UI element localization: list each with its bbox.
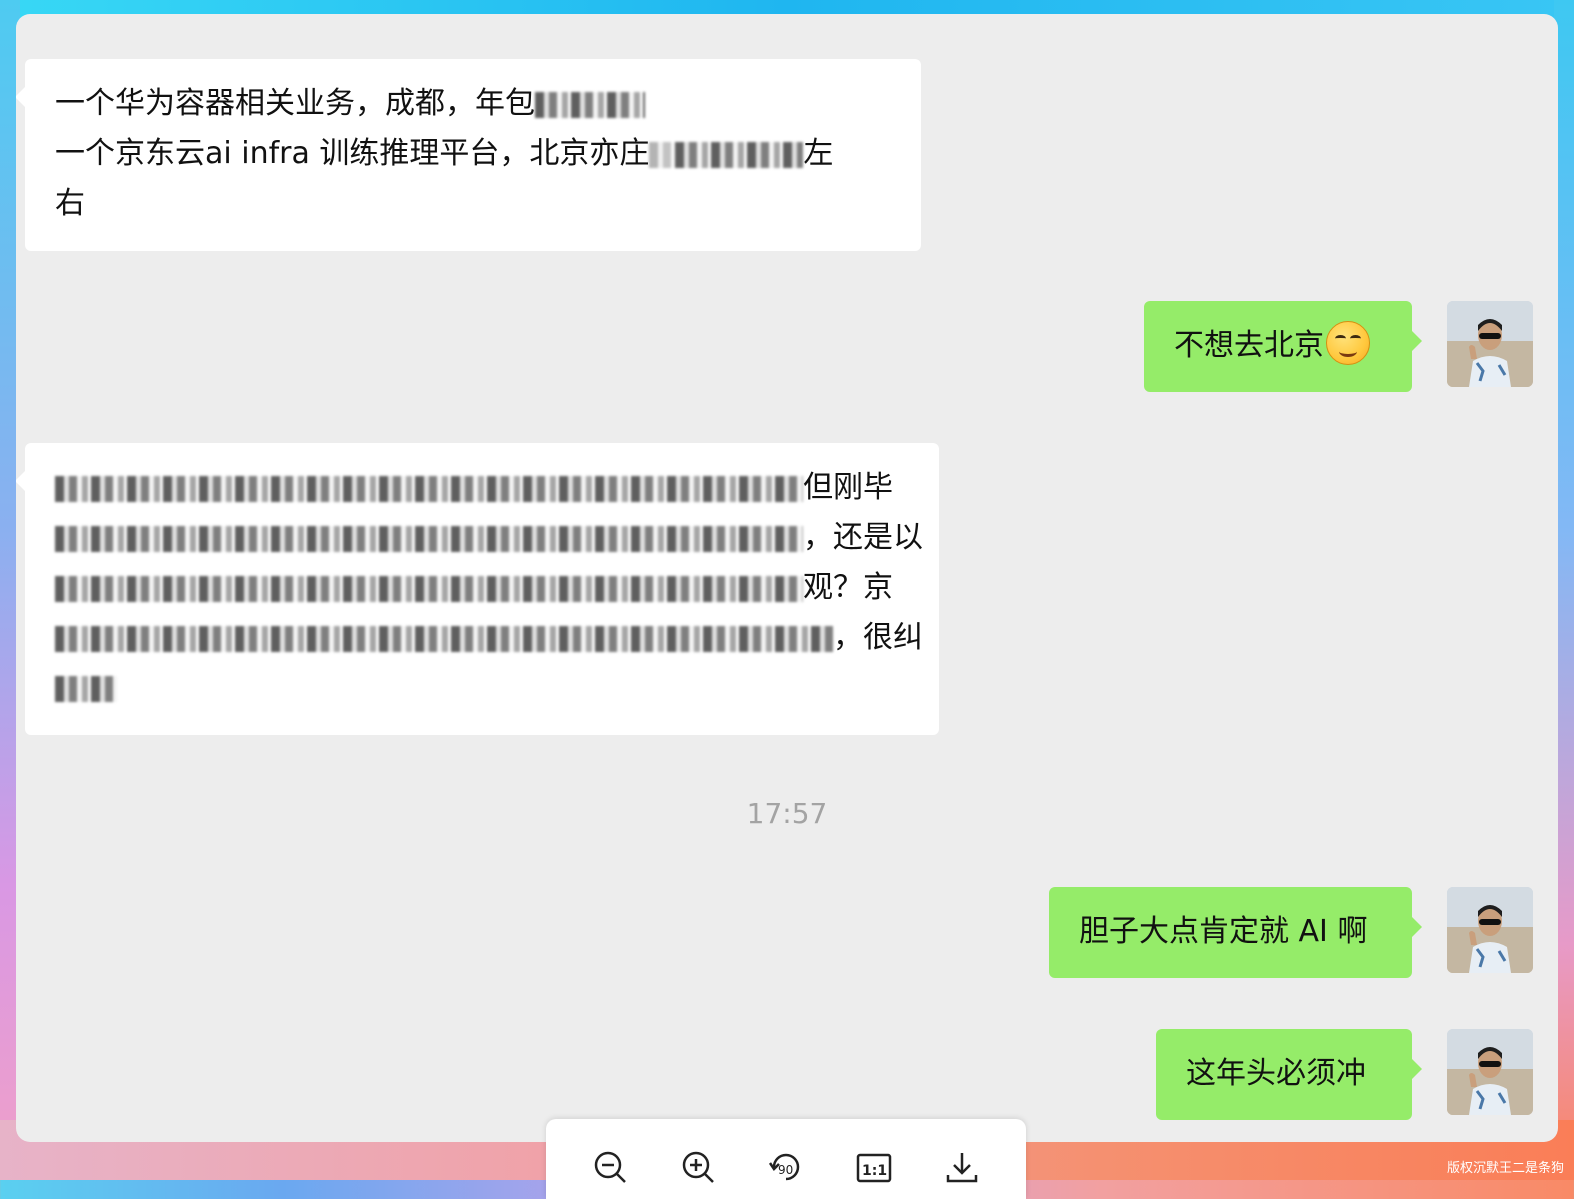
image-viewer-toolbar: 90 1:1 — [546, 1119, 1026, 1199]
actual-size-button[interactable]: 1:1 — [854, 1147, 894, 1187]
grinning-face-emoji-icon — [1326, 320, 1370, 365]
redacted-text — [55, 525, 803, 552]
redacted-text — [55, 625, 833, 652]
message-bubble-received[interactable]: 一个华为容器相关业务，成都，年包 一个京东云ai infra 训练推理平台，北京… — [16, 59, 921, 251]
svg-text:1:1: 1:1 — [862, 1163, 887, 1179]
message-bubble-sent[interactable]: 不想去北京 — [1144, 301, 1422, 392]
message-line: 一个华为容器相关业务，成都，年包 — [55, 79, 891, 129]
redacted-text — [55, 475, 803, 502]
message-bubble-sent[interactable]: 胆子大点肯定就 AI 啊 — [1049, 887, 1422, 978]
message-line: 观？京 — [55, 563, 909, 613]
download-button[interactable] — [942, 1147, 982, 1187]
redacted-text — [649, 141, 676, 168]
message-bubble-received[interactable]: 但刚毕 ，还是以 观？京 ，很纠 — [16, 443, 939, 735]
message-line: ，还是以 — [55, 513, 923, 563]
redacted-text — [535, 91, 645, 118]
avatar[interactable] — [1447, 301, 1533, 387]
message-line: 一个京东云ai infra 训练推理平台，北京亦庄左 — [55, 136, 834, 171]
svg-text:90: 90 — [778, 1163, 793, 1177]
message-line: 右 — [55, 186, 85, 221]
redacted-text — [55, 575, 803, 602]
rotate-90-icon: 90 — [768, 1153, 800, 1181]
chat-window: 一个华为容器相关业务，成都，年包 一个京东云ai infra 训练推理平台，北京… — [16, 14, 1558, 1142]
redacted-text — [675, 141, 804, 168]
message-line — [55, 663, 909, 713]
rotate-button[interactable]: 90 — [766, 1147, 806, 1187]
message-bubble-sent[interactable]: 这年头必须冲 — [1156, 1029, 1422, 1120]
message-timestamp: 17:57 — [746, 797, 828, 830]
watermark-text: 版权沉默王二是条狗 — [1446, 1161, 1564, 1176]
zoom-in-button[interactable] — [678, 1147, 718, 1187]
zoom-out-button[interactable] — [590, 1147, 630, 1187]
message-line: 但刚毕 — [55, 463, 909, 513]
redacted-text — [55, 675, 117, 702]
message-text: 不想去北京 — [1174, 328, 1324, 363]
actual-size-icon: 1:1 — [856, 1153, 892, 1183]
message-line: ，很纠 — [55, 613, 923, 663]
message-text: 胆子大点肯定就 AI 啊 — [1079, 914, 1368, 949]
avatar[interactable] — [1447, 1029, 1533, 1115]
message-text: 这年头必须冲 — [1186, 1056, 1366, 1091]
avatar[interactable] — [1447, 887, 1533, 973]
